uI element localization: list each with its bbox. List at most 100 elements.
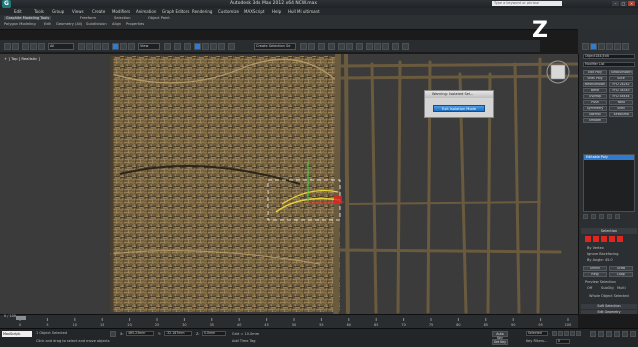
move-icon[interactable] — [112, 43, 119, 50]
unlink-icon[interactable] — [30, 43, 37, 50]
panel-edit[interactable]: Edit — [44, 22, 51, 26]
select-by-name-icon[interactable] — [86, 43, 93, 50]
key-filters-button[interactable]: Key Filters... — [526, 339, 547, 343]
reference-coordinate-dropdown[interactable]: View — [138, 43, 160, 50]
by-angle-option[interactable]: By Angle: 45.0 — [587, 258, 613, 262]
panel-polygon-modeling[interactable]: Polygon Modeling — [4, 22, 36, 26]
loop-button[interactable]: Loop — [609, 272, 633, 277]
current-frame-field[interactable]: 0 — [556, 339, 570, 344]
mod-btn-bend[interactable]: Bend — [583, 88, 607, 93]
search-input[interactable]: Type a keyword or phrase — [492, 1, 562, 6]
vertex-mode-icon[interactable] — [585, 236, 591, 242]
named-selection-dropdown[interactable]: Create Selection Se — [254, 43, 296, 50]
keyboard-shortcut-icon[interactable] — [184, 43, 191, 50]
scale-icon[interactable] — [128, 43, 135, 50]
viewport-label[interactable]: + ] Top ] Realistic ] — [4, 56, 40, 61]
display-tab-icon[interactable] — [614, 43, 621, 50]
snaps-toggle-icon[interactable] — [194, 43, 201, 50]
pivot-center-icon[interactable] — [164, 43, 171, 50]
orbit-icon[interactable] — [622, 331, 628, 337]
element-mode-icon[interactable] — [617, 236, 623, 242]
lock-selection-icon[interactable] — [110, 331, 116, 337]
remove-modifier-icon[interactable] — [607, 214, 612, 219]
mod-btn-ffd222[interactable]: FFD 2x2x2 — [609, 82, 633, 87]
auto-key-button[interactable]: Auto Key — [492, 331, 508, 340]
pin-stack-icon[interactable] — [583, 214, 588, 219]
menu-edit[interactable]: Edit — [14, 9, 22, 14]
menu-rendering[interactable]: Rendering — [192, 9, 212, 14]
mod-btn-turbosmo[interactable]: TurboSmo — [609, 112, 633, 117]
select-manipulate-icon[interactable] — [174, 43, 181, 50]
key-mode-dropdown[interactable]: Selected — [526, 331, 548, 336]
app-icon[interactable]: G — [2, 0, 11, 8]
select-link-icon[interactable] — [22, 43, 29, 50]
mirror-icon[interactable] — [300, 43, 307, 50]
object-name-field[interactable]: Object184(Edit — [583, 54, 635, 59]
menu-maxscript[interactable]: MAXScript — [244, 9, 265, 14]
edit-geometry-rollout[interactable]: Edit Geometry — [581, 310, 637, 314]
bind-spacewarp-icon[interactable] — [38, 43, 45, 50]
edge-mode-icon[interactable] — [593, 236, 599, 242]
by-vertex-option[interactable]: By Vertex — [587, 246, 604, 250]
panel-align[interactable]: Align — [112, 22, 121, 26]
menu-extra[interactable]: Hull Mi ultimant — [288, 9, 320, 14]
menu-views[interactable]: Views — [72, 9, 84, 14]
preview-multi-radio[interactable]: Multi — [617, 286, 626, 290]
shrink-button[interactable]: Shrink — [583, 266, 607, 271]
mod-btn-twist[interactable]: Twist — [609, 100, 633, 105]
time-ruler[interactable]: 0 5 10 15 20 25 30 35 40 45 50 55 60 65 70 75 80 85 90 95 10… — [16, 318, 576, 327]
configure-sets-icon[interactable] — [615, 214, 620, 219]
schematic-view-icon[interactable] — [346, 43, 353, 50]
menu-modifiers[interactable]: Modifiers — [112, 9, 130, 14]
graphite-toggle-icon[interactable] — [328, 43, 335, 50]
select-object-icon[interactable] — [78, 43, 85, 50]
mod-btn-shell-poly[interactable]: Shell Poly — [583, 76, 607, 81]
grow-button[interactable]: Grow — [609, 266, 633, 271]
zoom-extents-icon[interactable] — [606, 331, 612, 337]
close-button[interactable]: ✕ — [628, 1, 635, 6]
polygon-mode-icon[interactable] — [609, 236, 615, 242]
menu-animation[interactable]: Animation — [136, 9, 156, 14]
ignore-backfacing-option[interactable]: Ignore Backfacing — [587, 252, 618, 256]
modifier-list-dropdown[interactable]: Modifier List — [583, 62, 635, 67]
tab-selection[interactable]: Selection — [114, 16, 131, 20]
mod-btn-normal[interactable]: Normal — [583, 112, 607, 117]
mod-btn-ffd333[interactable]: FFD 3x3x3 — [609, 88, 633, 93]
render-production-icon[interactable] — [382, 43, 389, 50]
panel-properties[interactable]: Properties — [126, 22, 144, 26]
previous-frame-icon[interactable] — [558, 331, 563, 336]
percent-snap-icon[interactable] — [210, 43, 217, 50]
render-iterative-icon[interactable] — [392, 43, 399, 50]
next-frame-icon[interactable] — [570, 331, 575, 336]
modify-tab-icon[interactable] — [590, 43, 597, 50]
mod-btn-edit-poly[interactable]: Edit Poly — [583, 70, 607, 75]
selection-filter-dropdown[interactable]: All — [48, 43, 74, 50]
go-to-end-icon[interactable] — [576, 331, 581, 336]
preview-subobj-radio[interactable]: SubObj — [601, 286, 614, 290]
border-mode-icon[interactable] — [601, 236, 607, 242]
tab-graphite-modeling[interactable]: Graphite Modeling Tools — [4, 16, 52, 20]
motion-tab-icon[interactable] — [606, 43, 613, 50]
go-to-start-icon[interactable] — [552, 331, 557, 336]
angle-snap-icon[interactable] — [202, 43, 209, 50]
curve-editor-icon[interactable] — [338, 43, 345, 50]
panel-geometry[interactable]: Geometry (All) — [56, 22, 82, 26]
stack-item-editable-poly[interactable]: Editable Poly — [584, 155, 634, 160]
tab-freeform[interactable]: Freeform — [80, 16, 96, 20]
maximize-viewport-icon[interactable] — [630, 331, 636, 337]
play-icon[interactable] — [564, 331, 569, 336]
window-crossing-icon[interactable] — [102, 43, 109, 50]
minimize-button[interactable]: – — [612, 1, 619, 6]
make-unique-icon[interactable] — [599, 214, 604, 219]
y-coordinate-field[interactable]: -32.187mm — [164, 331, 192, 336]
panel-subdivision[interactable]: Subdivision — [86, 22, 107, 26]
soft-selection-rollout[interactable]: Soft Selection — [581, 304, 637, 309]
mod-btn-ffd444[interactable]: FFD 4x4x4 — [609, 94, 633, 99]
set-key-button[interactable]: Set Key — [492, 339, 508, 345]
pan-icon[interactable] — [614, 331, 620, 337]
ring-button[interactable]: Ring — [583, 272, 607, 277]
mod-btn-turbosmooth[interactable]: TurboSmooth — [609, 70, 633, 75]
utilities-tab-icon[interactable] — [622, 43, 629, 50]
environment-icon[interactable] — [402, 43, 409, 50]
maxscript-listener[interactable]: MaxScript. — [2, 331, 32, 337]
